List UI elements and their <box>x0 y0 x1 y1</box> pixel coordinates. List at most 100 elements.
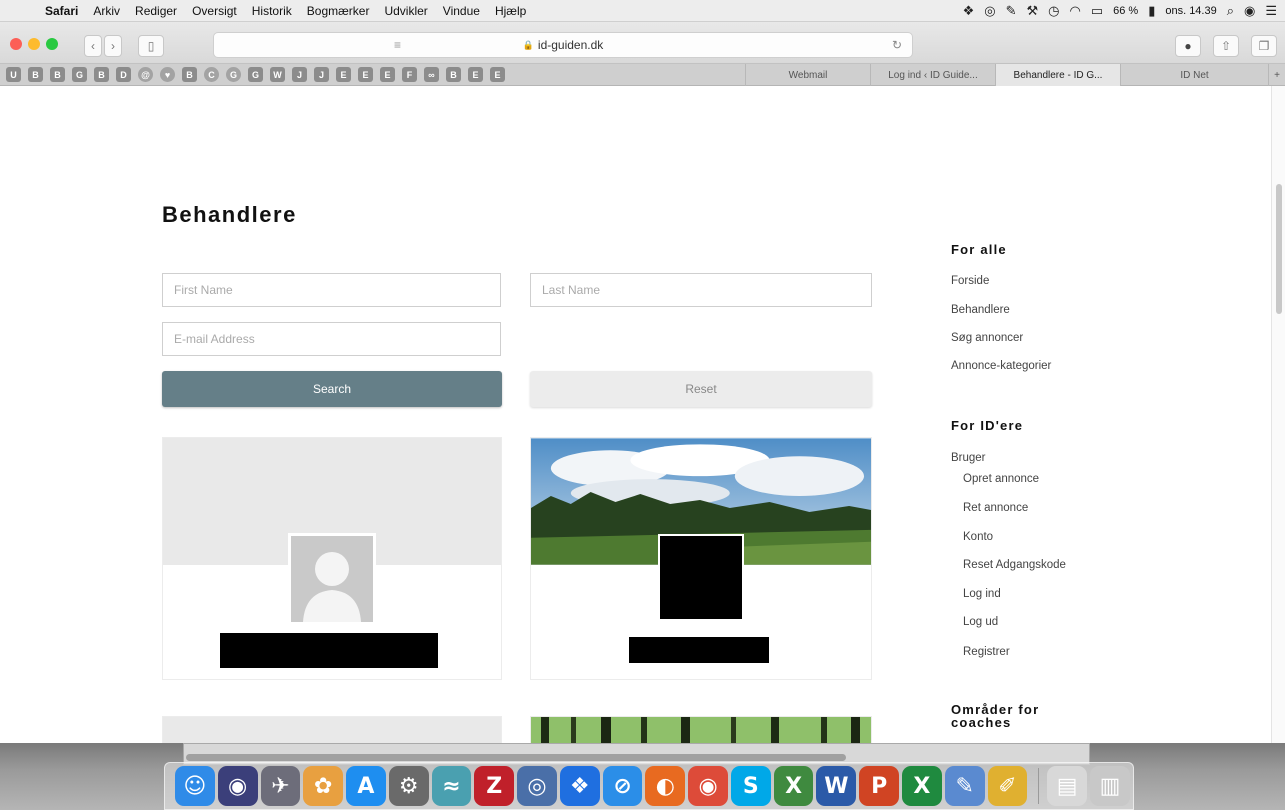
bookmark-favicon-icon[interactable]: B <box>28 67 43 82</box>
bookmark-favicon-icon[interactable]: ♥ <box>160 67 175 82</box>
bookmark-favicon-icon[interactable]: D <box>116 67 131 82</box>
time-machine-icon[interactable]: ◷ <box>1048 3 1059 19</box>
profile-card[interactable] <box>530 716 872 743</box>
reader-icon[interactable]: ≡ <box>394 38 401 52</box>
menu-bogmaerker[interactable]: Bogmærker <box>300 4 378 18</box>
tool-status-icon[interactable]: ⚒ <box>1026 3 1038 19</box>
textedit-icon[interactable]: ✎ <box>944 766 985 806</box>
scrollbar-thumb[interactable] <box>1276 184 1282 314</box>
bookmark-favicon-icon[interactable]: G <box>226 67 241 82</box>
last-name-field[interactable]: Last Name <box>530 273 872 307</box>
bookmark-favicon-icon[interactable]: J <box>314 67 329 82</box>
menu-udvikler[interactable]: Udvikler <box>377 4 435 18</box>
dropbox-icon[interactable]: ❖ <box>559 766 600 806</box>
profile-card[interactable] <box>162 437 502 680</box>
bookmark-favicon-icon[interactable]: C <box>204 67 219 82</box>
bookmark-favicon-icon[interactable]: B <box>446 67 461 82</box>
sidebar-link-ret-annonce[interactable]: Ret annonce <box>963 502 1028 514</box>
sidebar-link-konto[interactable]: Konto <box>963 531 993 543</box>
photos-icon[interactable]: ✿ <box>303 766 344 806</box>
vertical-scrollbar[interactable] <box>1271 86 1285 743</box>
new-tab-button[interactable]: + <box>1268 64 1285 86</box>
sidebar-link-annonce-kategorier[interactable]: Annonce-kategorier <box>951 360 1051 372</box>
sidebar-link-log-ud[interactable]: Log ud <box>963 616 998 628</box>
email-field[interactable]: E-mail Address <box>162 322 501 356</box>
battery-percent[interactable]: 66 % <box>1113 5 1138 17</box>
bookmark-favicon-icon[interactable]: E <box>358 67 373 82</box>
word-icon[interactable]: W <box>816 766 857 806</box>
skype-icon[interactable]: S <box>730 766 771 806</box>
finder-icon[interactable]: ☺ <box>175 766 215 806</box>
clock[interactable]: ons. 14.39 <box>1165 5 1216 17</box>
profile-card[interactable] <box>530 437 872 680</box>
horizontal-scrollbar[interactable] <box>186 754 846 761</box>
app-store-icon[interactable]: A <box>346 766 386 806</box>
firefox-icon[interactable]: ◐ <box>645 766 686 806</box>
sidebar-link-bruger[interactable]: Bruger <box>951 452 986 464</box>
sidebar-link-behandlere[interactable]: Behandlere <box>951 304 1010 316</box>
menu-oversigt[interactable]: Oversigt <box>185 4 245 18</box>
siri-icon[interactable]: ◉ <box>217 766 258 806</box>
tabs-overview-button[interactable]: ❐ <box>1251 35 1277 57</box>
minimize-window-icon[interactable] <box>28 38 40 50</box>
menu-hjaelp[interactable]: Hjælp <box>488 4 534 18</box>
bookmark-favicon-icon[interactable]: @ <box>138 67 153 82</box>
safari-icon[interactable]: ⊘ <box>602 766 643 806</box>
notification-center-icon[interactable]: ☰ <box>1265 3 1277 19</box>
filezilla-icon[interactable]: Z <box>474 766 515 806</box>
bookmark-favicon-icon[interactable]: B <box>50 67 65 82</box>
battery-icon[interactable]: ▮ <box>1148 3 1155 19</box>
address-bar[interactable]: ≡ 🔒 id-guiden.dk ↻ <box>213 32 913 58</box>
trash-icon[interactable]: ▥ <box>1090 766 1130 806</box>
powerpoint-icon[interactable]: P <box>859 766 900 806</box>
excel-mac-icon[interactable]: X <box>773 766 814 806</box>
sidebar-link-opret-annonce[interactable]: Opret annonce <box>963 473 1039 485</box>
profile-card[interactable] <box>162 716 502 743</box>
bookmark-favicon-icon[interactable]: E <box>468 67 483 82</box>
search-button[interactable]: Search <box>162 371 502 407</box>
network-icon[interactable]: ◎ <box>517 766 557 806</box>
first-name-field[interactable]: First Name <box>162 273 501 307</box>
bookmark-favicon-icon[interactable]: B <box>94 67 109 82</box>
bookmark-favicon-icon[interactable]: ∞ <box>424 67 439 82</box>
bookmark-favicon-icon[interactable]: W <box>270 67 285 82</box>
siri-status-icon[interactable]: ◉ <box>1244 3 1255 19</box>
bookmark-favicon-icon[interactable]: F <box>402 67 417 82</box>
sidebar-link-log-ind[interactable]: Log ind <box>963 588 1001 600</box>
stickies-icon[interactable]: ✐ <box>987 766 1028 806</box>
pen-status-icon[interactable]: ✎ <box>1006 3 1017 19</box>
launchpad-icon[interactable]: ✈ <box>260 766 301 806</box>
reset-button[interactable]: Reset <box>530 371 872 407</box>
bookmark-favicon-icon[interactable]: U <box>6 67 21 82</box>
bookmark-favicon-icon[interactable]: E <box>380 67 395 82</box>
bookmark-favicon-icon[interactable]: B <box>182 67 197 82</box>
share-button[interactable]: ⇧ <box>1213 35 1239 57</box>
menu-vindue[interactable]: Vindue <box>436 4 488 18</box>
menu-rediger[interactable]: Rediger <box>128 4 185 18</box>
tab-webmail[interactable]: Webmail <box>745 64 870 86</box>
sidebar-link-reset-adgangskode[interactable]: Reset Adgangskode <box>963 559 1066 571</box>
spotlight-search-icon[interactable]: ⌕ <box>1227 3 1234 19</box>
chrome-icon[interactable]: ◉ <box>688 766 728 806</box>
zoom-window-icon[interactable] <box>46 38 58 50</box>
reload-icon[interactable]: ↻ <box>892 38 902 52</box>
sidebar-link-registrer[interactable]: Registrer <box>963 646 1010 658</box>
tab-id-net[interactable]: ID Net <box>1120 64 1268 86</box>
menu-historik[interactable]: Historik <box>245 4 300 18</box>
sync-status-icon[interactable]: ◎ <box>984 3 995 19</box>
airplay-icon[interactable]: ▭ <box>1091 3 1103 19</box>
bookmark-favicon-icon[interactable]: J <box>292 67 307 82</box>
bookmark-favicon-icon[interactable]: G <box>248 67 263 82</box>
document-icon[interactable]: ▤ <box>1047 766 1088 806</box>
excel-icon[interactable]: X <box>902 766 942 806</box>
extension-button[interactable]: ● <box>1175 35 1201 57</box>
system-preferences-icon[interactable]: ⚙ <box>388 766 429 806</box>
bookmark-favicon-icon[interactable]: G <box>72 67 87 82</box>
menu-safari[interactable]: Safari <box>38 4 86 18</box>
tab-log-ind[interactable]: Log ind ‹ ID Guide... <box>870 64 995 86</box>
back-button[interactable]: ‹ <box>84 35 102 57</box>
dropbox-status-icon[interactable]: ❖ <box>963 3 975 19</box>
bookmark-favicon-icon[interactable]: E <box>490 67 505 82</box>
tab-behandlere[interactable]: Behandlere - ID G... <box>995 64 1120 86</box>
bookmark-favicon-icon[interactable]: E <box>336 67 351 82</box>
